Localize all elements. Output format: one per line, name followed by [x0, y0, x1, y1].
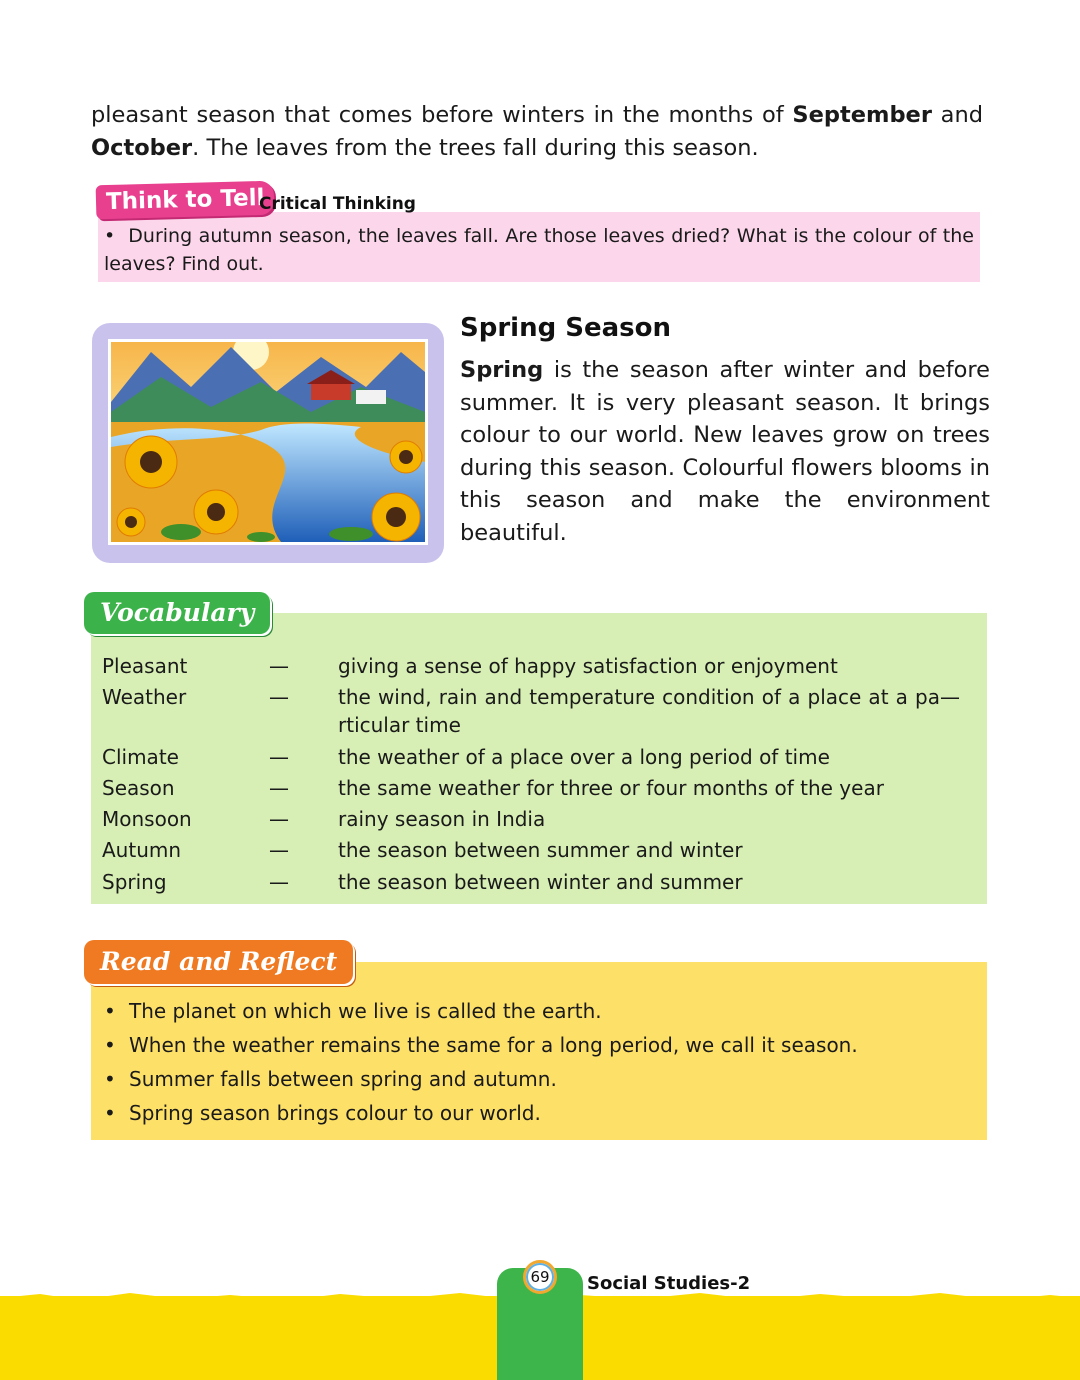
vocabulary-tag: Vocabulary [84, 592, 271, 634]
vocab-term: Monsoon [102, 807, 192, 831]
read-and-reflect-list: The planet on which we live is called th… [102, 994, 962, 1130]
list-item: When the weather remains the same for a … [102, 1028, 962, 1062]
vocab-term: Season [102, 776, 175, 800]
spring-season-paragraph: Spring is the season after winter and be… [460, 354, 990, 549]
think-to-tell-question: During autumn season, the leaves fall. A… [104, 225, 974, 275]
think-to-tell-tag: Think to Tell [95, 180, 275, 220]
page-number: 69 [523, 1260, 557, 1294]
vocab-definition: the wind, rain and temperature condition… [338, 685, 960, 737]
think-to-tell-bullet: • [104, 225, 116, 247]
spring-landscape-image [108, 339, 428, 545]
vocab-definition: the weather of a place over a long perio… [338, 745, 830, 769]
spring-bold-word: Spring [460, 357, 544, 383]
vocab-term: Pleasant [102, 654, 188, 678]
vocab-dash: — [269, 685, 289, 709]
vocab-definition: the season between winter and summer [338, 870, 743, 894]
vocabulary-box: Pleasant — giving a sense of happy satis… [91, 613, 987, 904]
vocab-term: Climate [102, 745, 179, 769]
vocab-term: Spring [102, 870, 167, 894]
list-item: Spring season brings colour to our world… [102, 1096, 962, 1130]
critical-thinking-label: Critical Thinking [259, 194, 416, 214]
sunflower-river-illustration [111, 342, 425, 542]
vocab-definition: giving a sense of happy satisfaction or … [338, 654, 838, 678]
list-item: Summer falls between spring and autumn. [102, 1062, 962, 1096]
vocab-dash: — [269, 745, 289, 769]
list-item: The planet on which we live is called th… [102, 994, 962, 1028]
intro-text-3: . The leaves from the trees fall during … [192, 135, 759, 161]
think-to-tell-box: • During autumn season, the leaves fall.… [98, 212, 980, 282]
intro-paragraph: pleasant season that comes before winter… [91, 99, 983, 165]
intro-bold-october: October [91, 135, 193, 161]
vocab-dash: — [269, 654, 289, 678]
book-title: Social Studies-2 [587, 1273, 751, 1294]
intro-bold-september: September [792, 102, 932, 128]
intro-text-1: pleasant season that comes before winter… [91, 102, 793, 128]
vocab-dash: — [269, 807, 289, 831]
vocab-term: Autumn [102, 838, 182, 862]
vocab-term: Weather [102, 685, 187, 709]
read-and-reflect-tag: Read and Reflect [84, 940, 354, 984]
intro-text-2: and [931, 102, 983, 128]
vocab-definition: rainy season in India [338, 807, 546, 831]
vocab-definition: the same weather for three or four month… [338, 776, 884, 800]
spring-description: is the season after winter and before su… [460, 357, 990, 546]
vocab-dash: — [269, 776, 289, 800]
vocab-definition: the season between summer and winter [338, 838, 743, 862]
vocab-dash: — [269, 838, 289, 862]
spring-season-heading: Spring Season [460, 313, 671, 343]
vocab-dash: — [269, 870, 289, 894]
